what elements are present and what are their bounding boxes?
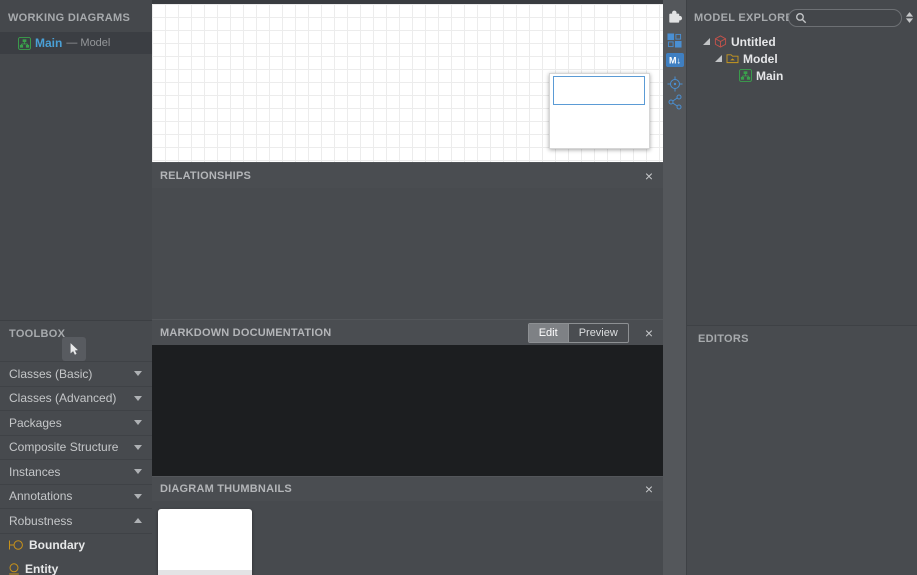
search-icon	[795, 12, 807, 24]
search-input[interactable]	[810, 11, 895, 25]
project-icon	[714, 35, 727, 48]
working-diagrams-button[interactable]	[663, 31, 686, 49]
working-diagram-name: Main	[35, 36, 62, 50]
toolbox-section-robustness[interactable]: Robustness	[0, 508, 152, 533]
canvas-area	[152, 0, 663, 162]
select-tool-button[interactable]	[62, 337, 86, 361]
tool-entity[interactable]: Entity	[0, 557, 152, 575]
markdown-panel-header: MARKDOWN DOCUMENTATION Edit Preview ×	[152, 319, 663, 345]
crosshair-icon	[667, 76, 683, 92]
thumbnail-label-strip	[158, 570, 252, 575]
model-icon	[726, 53, 739, 64]
sort-toggle-button[interactable]	[905, 11, 914, 24]
toolbox-section-annotations[interactable]: Annotations	[0, 484, 152, 509]
relationships-panel-header: RELATIONSHIPS ×	[152, 162, 663, 188]
left-sidebar: WORKING DIAGRAMS Main — Model TOOLBOX	[0, 0, 152, 575]
working-diagram-suffix: — Model	[66, 37, 110, 49]
chevron-down-icon	[134, 371, 142, 376]
diagram-canvas[interactable]	[152, 4, 663, 162]
chevron-down-icon	[134, 494, 142, 499]
toolbox-section-packages[interactable]: Packages	[0, 410, 152, 435]
staruml-window: WORKING DIAGRAMS Main — Model TOOLBOX	[0, 0, 917, 575]
tree-expander-icon[interactable]	[715, 55, 722, 62]
chevron-down-icon	[134, 469, 142, 474]
editors-header: EDITORS	[698, 333, 749, 345]
thumbnails-panel-header: DIAGRAM THUMBNAILS ×	[152, 476, 663, 501]
tree-item-main[interactable]: Main	[687, 67, 917, 84]
working-diagrams-icon	[667, 33, 682, 48]
markdown-icon: M↓	[666, 53, 684, 67]
puzzle-icon	[666, 8, 683, 25]
chevron-down-icon	[134, 420, 142, 425]
thumbnails-title: DIAGRAM THUMBNAILS	[160, 483, 643, 495]
working-diagram-item-main[interactable]: Main — Model	[0, 32, 152, 54]
side-toolbar: M↓	[663, 0, 686, 575]
toolbox-sections: Classes (Basic) Classes (Advanced) Packa…	[0, 361, 152, 575]
close-icon[interactable]: ×	[643, 482, 655, 496]
toolbox-section-composite-structure[interactable]: Composite Structure	[0, 435, 152, 460]
relationships-list	[152, 188, 663, 319]
diagram-thumbnails-panel: DIAGRAM THUMBNAILS ×	[152, 476, 663, 575]
toolbox-section-classes-advanced[interactable]: Classes (Advanced)	[0, 386, 152, 411]
chevron-down-icon	[134, 396, 142, 401]
tool-boundary[interactable]: Boundary	[0, 533, 152, 558]
toolbox-panel: TOOLBOX Classes (Basic) Classes (Advance…	[0, 320, 152, 575]
svg-text:M↓: M↓	[669, 56, 681, 66]
model-explorer-search	[788, 9, 902, 27]
close-icon[interactable]: ×	[643, 169, 655, 183]
class-name-compartment[interactable]	[553, 76, 645, 105]
diagram-thumbnail[interactable]	[158, 509, 252, 575]
entity-icon	[8, 563, 20, 575]
center-column: RELATIONSHIPS × MARKDOWN DOCUMENTATION E…	[152, 0, 663, 575]
thumbnails-list	[152, 501, 663, 575]
model-explorer-tree: Untitled Model	[687, 33, 917, 84]
markdown-title: MARKDOWN DOCUMENTATION	[160, 327, 528, 339]
model-explorer-header: MODEL EXPLORER	[694, 12, 801, 24]
editors-panel: EDITORS	[687, 325, 917, 575]
toolbox-header: TOOLBOX	[9, 328, 65, 340]
share-icon	[668, 94, 682, 110]
working-diagrams-header: WORKING DIAGRAMS	[8, 12, 130, 24]
toolbox-section-instances[interactable]: Instances	[0, 459, 152, 484]
sort-icon	[905, 11, 914, 24]
relationships-title: RELATIONSHIPS	[160, 170, 643, 182]
tree-expander-icon[interactable]	[703, 38, 710, 45]
tree-item-untitled[interactable]: Untitled	[687, 33, 917, 50]
right-sidebar: MODEL EXPLORER	[686, 0, 917, 575]
preview-tab[interactable]: Preview	[568, 324, 628, 342]
edit-tab[interactable]: Edit	[529, 324, 568, 342]
extensions-button[interactable]	[663, 7, 686, 25]
toolbox-section-classes-basic[interactable]: Classes (Basic)	[0, 361, 152, 386]
markdown-mode-switch: Edit Preview	[528, 323, 629, 343]
class-diagram-icon	[18, 37, 31, 50]
markdown-editor[interactable]	[152, 345, 663, 476]
close-icon[interactable]: ×	[643, 326, 655, 340]
class-shape[interactable]	[549, 73, 650, 149]
class-diagram-icon	[739, 69, 752, 82]
tree-item-model[interactable]: Model	[687, 50, 917, 67]
chevron-down-icon	[134, 445, 142, 450]
chevron-up-icon	[134, 518, 142, 523]
markdown-panel-button[interactable]: M↓	[663, 51, 686, 69]
boundary-icon	[8, 539, 24, 551]
share-button[interactable]	[663, 93, 686, 111]
cursor-icon	[68, 342, 80, 357]
markdown-documentation-panel: MARKDOWN DOCUMENTATION Edit Preview ×	[152, 319, 663, 476]
relationships-panel: RELATIONSHIPS ×	[152, 162, 663, 319]
focus-button[interactable]	[663, 75, 686, 93]
